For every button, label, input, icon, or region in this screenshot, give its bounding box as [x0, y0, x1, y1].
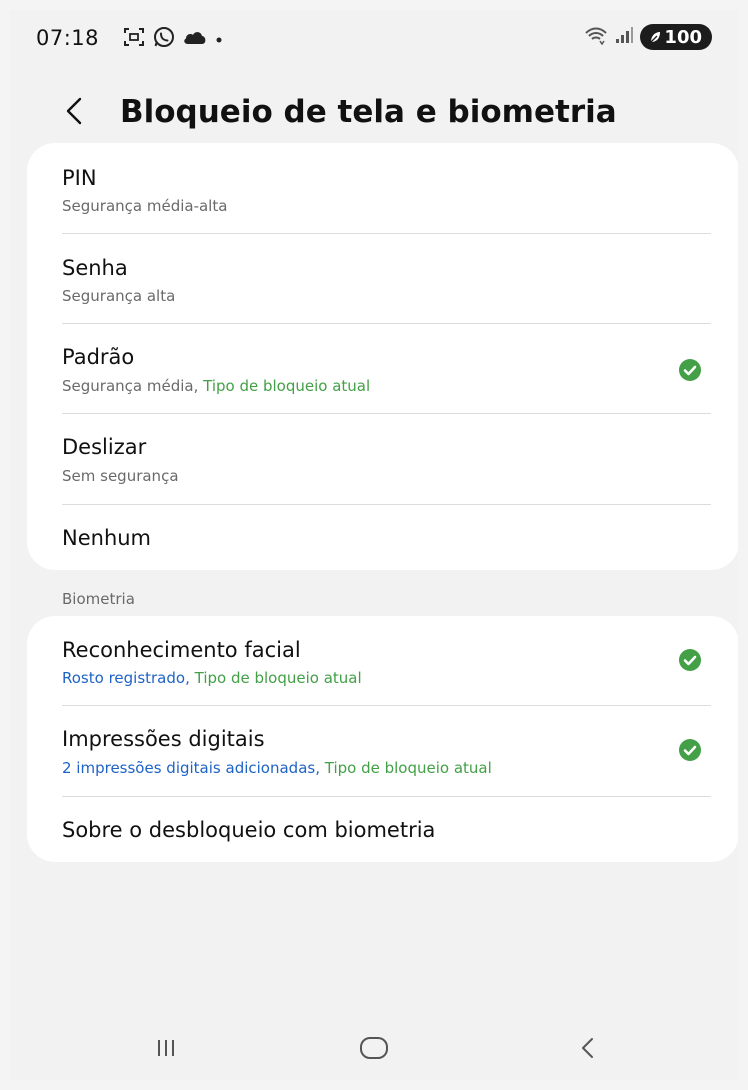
recents-button[interactable]: [136, 1028, 196, 1072]
battery-level: 100: [664, 26, 702, 48]
biometric-title: Impressões digitais: [62, 727, 265, 751]
biometric-fingerprints[interactable]: Impressões digitais 2 impressões digitai…: [27, 706, 738, 796]
back-icon: [577, 1035, 599, 1065]
check-circle-icon: [678, 358, 702, 382]
lock-option-pin[interactable]: PIN Segurança média-alta: [27, 143, 738, 233]
screenshot-icon: [122, 26, 146, 52]
system-status-icons: 100: [584, 24, 712, 50]
biometric-title: Reconhecimento facial: [62, 638, 301, 662]
page-title: Bloqueio de tela e biometria: [120, 94, 617, 130]
current-lock-text: Tipo de bloqueio atual: [194, 669, 362, 687]
lock-option-title: Deslizar: [62, 435, 147, 459]
wifi-icon: [584, 25, 608, 49]
current-lock-text: Tipo de bloqueio atual: [203, 377, 371, 395]
lock-option-title: Senha: [62, 256, 128, 280]
lock-option-title: PIN: [62, 166, 97, 190]
lock-option-subtitle: Segurança média, Tipo de bloqueio atual: [62, 377, 370, 395]
lock-option-subtitle: Sem segurança: [62, 467, 179, 485]
status-bar: 07:18 100: [10, 10, 738, 68]
current-lock-text: Tipo de bloqueio atual: [324, 759, 492, 777]
check-circle-icon: [678, 648, 702, 672]
lock-option-senha[interactable]: Senha Segurança alta: [27, 234, 738, 323]
nav-back-button[interactable]: [558, 1028, 618, 1072]
biometric-face-recognition[interactable]: Reconhecimento facial Rosto registrado, …: [27, 616, 738, 705]
signal-icon: [614, 25, 634, 49]
lock-option-title: Padrão: [62, 345, 135, 369]
whatsapp-icon: [152, 25, 176, 53]
check-circle-icon: [678, 738, 702, 762]
biometric-subtitle: Rosto registrado, Tipo de bloqueio atual: [62, 669, 362, 687]
back-arrow-icon: [63, 96, 85, 130]
biometric-status-text: Rosto registrado,: [62, 669, 190, 687]
lock-option-deslizar[interactable]: Deslizar Sem segurança: [27, 414, 738, 504]
back-button[interactable]: [54, 92, 94, 134]
lock-option-padrao[interactable]: Padrão Segurança média, Tipo de bloqueio…: [27, 324, 738, 413]
status-time: 07:18: [36, 26, 100, 50]
section-label-biometria: Biometria: [62, 590, 135, 608]
battery-icon: 100: [640, 24, 712, 50]
lock-option-title: Nenhum: [62, 526, 152, 550]
app-header: Bloqueio de tela e biometria: [10, 80, 738, 146]
notification-icons: [122, 25, 224, 53]
biometric-subtitle: 2 impressões digitais adicionadas, Tipo …: [62, 759, 492, 777]
biometric-status-text: 2 impressões digitais adicionadas,: [62, 759, 320, 777]
security-level-text: Segurança média,: [62, 377, 199, 395]
home-button[interactable]: [344, 1028, 404, 1072]
dot-icon: [214, 30, 224, 49]
lock-option-subtitle: Segurança média-alta: [62, 197, 228, 215]
navigation-bar: [10, 1020, 738, 1080]
lock-option-subtitle: Segurança alta: [62, 287, 176, 305]
biometric-about-unlock[interactable]: Sobre o desbloqueio com biometria: [27, 797, 738, 862]
screen: 07:18 100 Bloqueio de tela e biometria P…: [10, 10, 738, 1080]
cloud-icon: [182, 28, 208, 50]
biometrics-card: Reconhecimento facial Rosto registrado, …: [27, 616, 738, 862]
home-icon: [357, 1034, 391, 1066]
lock-type-card: PIN Segurança média-alta Senha Segurança…: [27, 143, 738, 570]
recents-icon: [155, 1037, 177, 1063]
biometric-title: Sobre o desbloqueio com biometria: [62, 818, 436, 842]
lock-option-nenhum[interactable]: Nenhum: [27, 505, 738, 570]
